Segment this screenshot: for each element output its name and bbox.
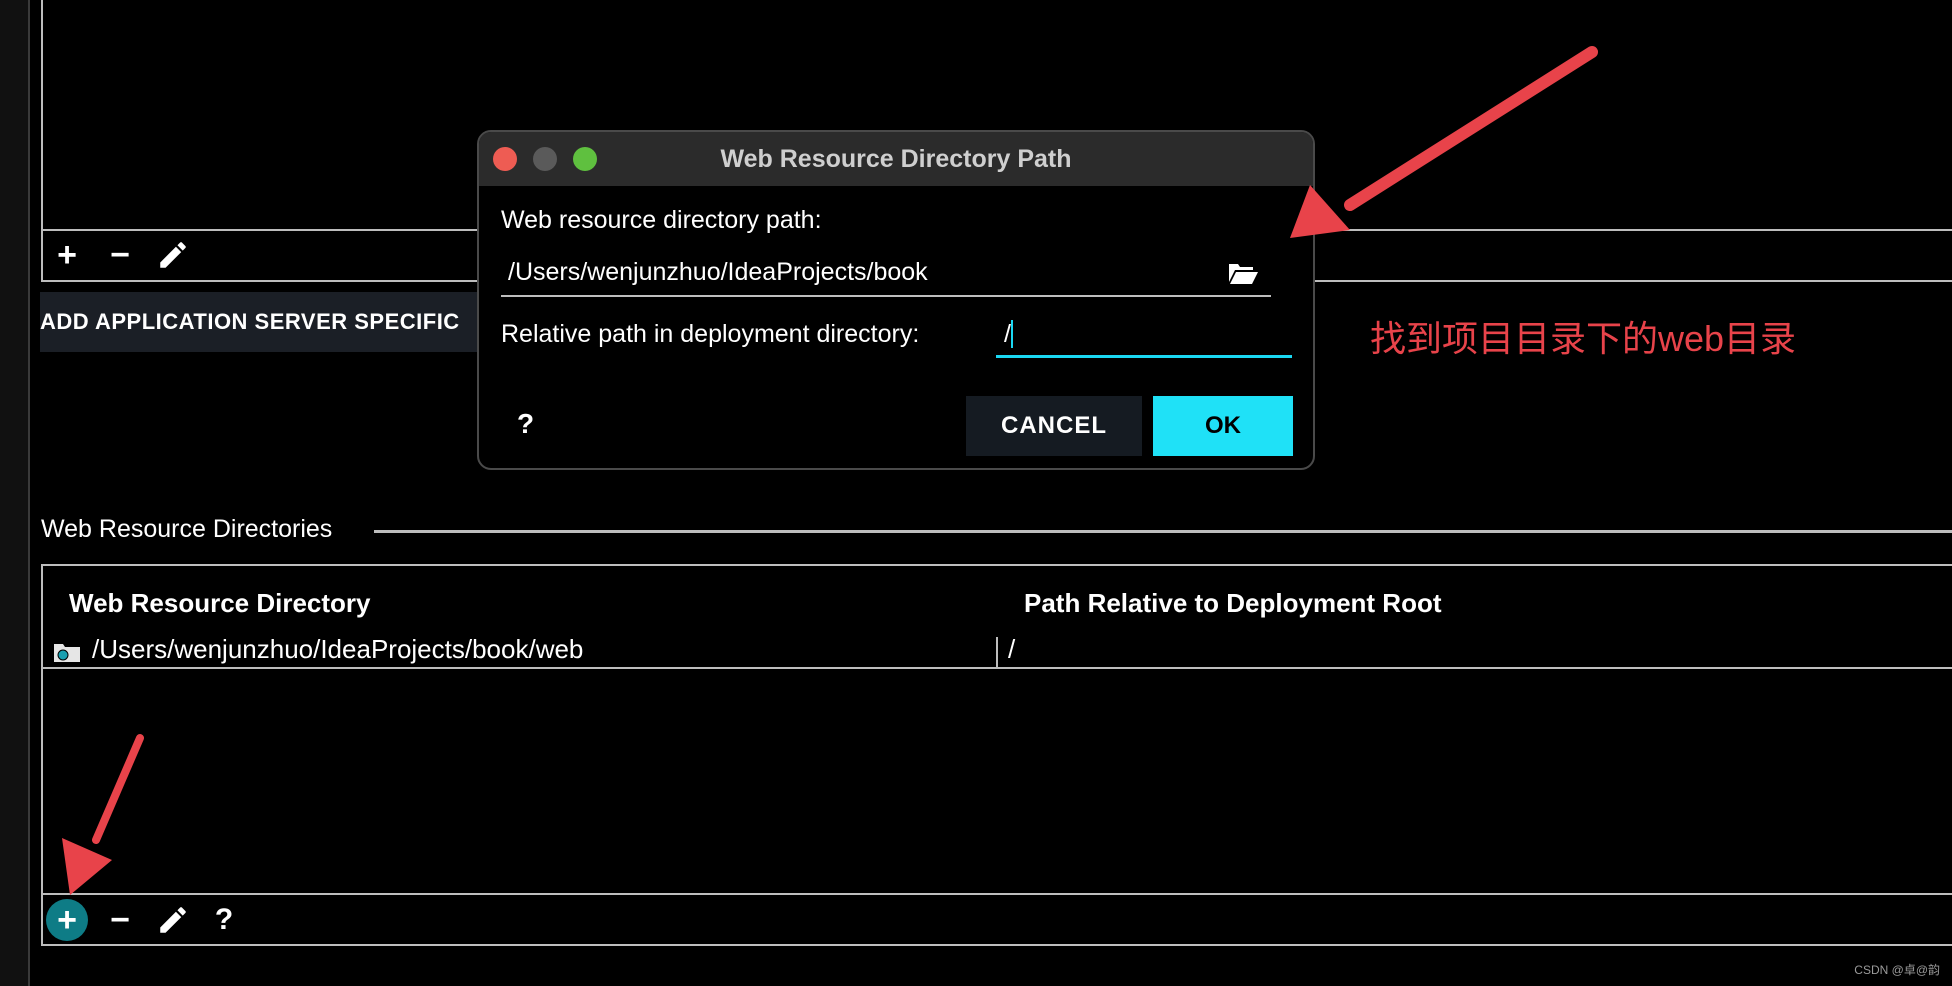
annotation-arrows bbox=[62, 46, 1598, 895]
watermark: CSDN @卓@韵 bbox=[1854, 963, 1940, 977]
arrow-to-add-button bbox=[62, 734, 144, 895]
arrow-to-folder-icon bbox=[1290, 46, 1598, 238]
annotation-text: 找到项目目录下的web目录 bbox=[1370, 318, 1797, 359]
